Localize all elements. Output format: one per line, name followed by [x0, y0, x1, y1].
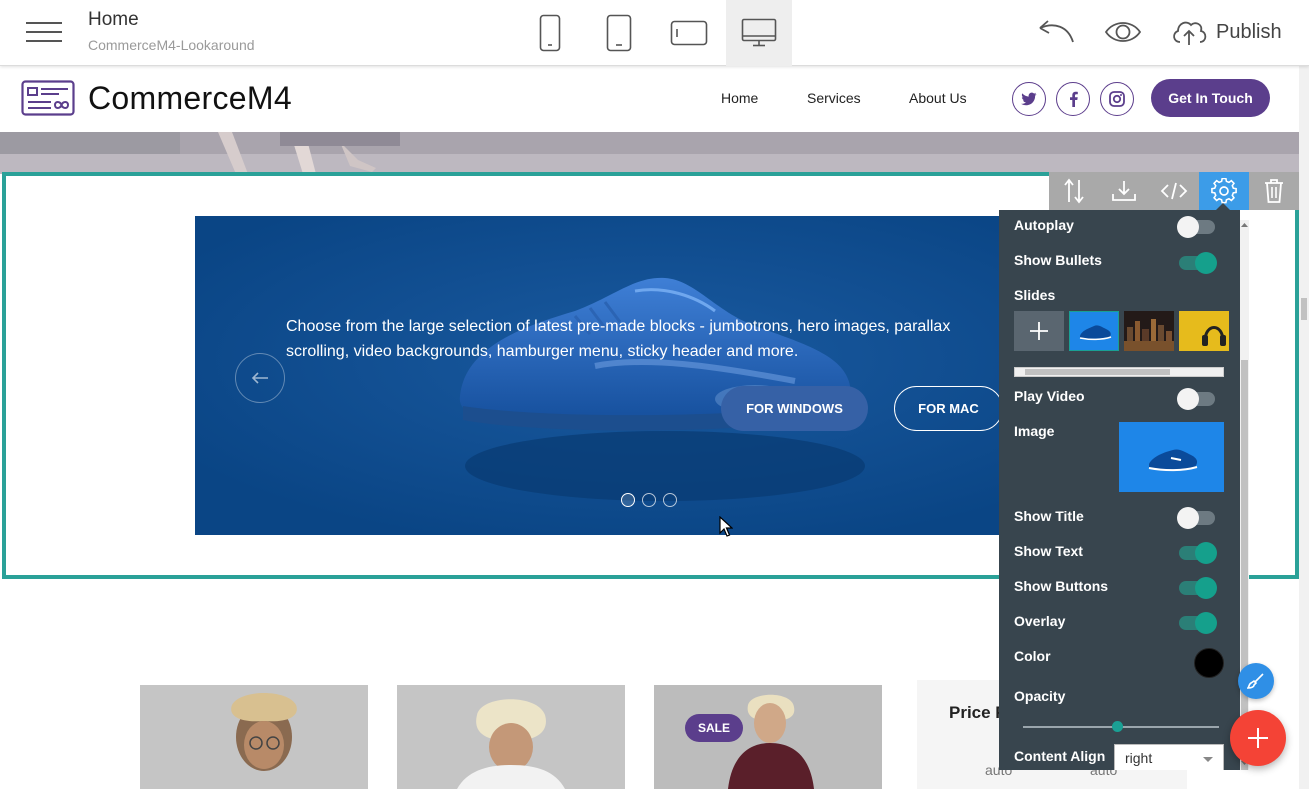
hero-photo-strip [0, 132, 1299, 174]
slide-thumb-headphones[interactable] [1179, 311, 1229, 351]
mouse-cursor-icon [719, 516, 733, 537]
overlay-label: Overlay [1014, 613, 1066, 629]
play-video-toggle[interactable] [1177, 388, 1215, 410]
product-card-1[interactable] [140, 685, 368, 789]
add-block-plus-icon[interactable] [1230, 710, 1286, 766]
autoplay-toggle[interactable] [1177, 216, 1215, 238]
slide-thumb-sneaker[interactable] [1069, 311, 1119, 351]
price-card-title: Price F [949, 703, 1006, 722]
delete-block-trash-icon[interactable] [1249, 172, 1299, 210]
image-picker[interactable] [1119, 422, 1224, 492]
opacity-label: Opacity [1014, 688, 1066, 704]
slider-bullet-1[interactable] [621, 493, 635, 507]
get-in-touch-button[interactable]: Get In Touch [1151, 79, 1270, 117]
publish-label: Publish [1216, 20, 1282, 43]
slider-bullet-3[interactable] [663, 493, 677, 507]
slides-horizontal-scrollbar[interactable] [1014, 367, 1224, 377]
image-label: Image [1014, 423, 1055, 439]
undo-icon[interactable] [1036, 12, 1076, 52]
content-align-value: right [1125, 750, 1153, 766]
save-block-icon[interactable] [1099, 172, 1149, 210]
hero-slider[interactable]: Choose from the large selection of lates… [195, 216, 1104, 535]
paintbrush-icon[interactable] [1238, 663, 1274, 699]
color-label: Color [1014, 648, 1051, 664]
sneaker-image [195, 216, 1104, 535]
hamburger-menu-icon[interactable] [26, 18, 62, 46]
site-navbar: CommerceM4 Home Services About Us Get In… [0, 66, 1299, 132]
play-video-label: Play Video [1014, 388, 1085, 404]
opacity-slider-handle[interactable] [1112, 721, 1123, 732]
opacity-slider[interactable] [1023, 721, 1219, 732]
show-title-toggle[interactable] [1177, 507, 1215, 529]
desktop-view-icon[interactable] [726, 0, 792, 66]
project-name: CommerceM4-Lookaround [88, 37, 255, 53]
autoplay-label: Autoplay [1014, 217, 1074, 233]
editor-toolbar: Home CommerceM4-Lookaround Publish [0, 0, 1309, 66]
block-toolbar [1049, 172, 1299, 210]
content-align-select[interactable]: right [1114, 744, 1224, 770]
instagram-icon[interactable] [1100, 82, 1134, 116]
slides-thumbnails [1014, 311, 1229, 351]
slide-text: Choose from the large selection of lates… [286, 318, 951, 360]
content-align-label: Content Align [1014, 748, 1106, 764]
show-buttons-label: Show Buttons [1014, 578, 1109, 594]
page-scrollbar[interactable] [1299, 66, 1309, 789]
tablet-landscape-view-icon[interactable] [656, 0, 722, 66]
facebook-icon[interactable] [1056, 82, 1090, 116]
slide-thumb-city[interactable] [1124, 311, 1174, 351]
slider-bullets [621, 493, 677, 507]
page-title: Home [88, 9, 139, 30]
publish-button[interactable]: Publish [1170, 12, 1282, 52]
show-text-toggle[interactable] [1179, 542, 1217, 564]
show-bullets-toggle[interactable] [1179, 252, 1217, 274]
nav-link-services[interactable]: Services [807, 90, 861, 106]
code-editor-icon[interactable] [1149, 172, 1199, 210]
show-title-label: Show Title [1014, 508, 1084, 524]
slides-label: Slides [1014, 287, 1056, 303]
for-mac-button[interactable]: FOR MAC [894, 386, 1003, 431]
show-bullets-label: Show Bullets [1014, 252, 1102, 268]
preview-eye-icon[interactable] [1104, 12, 1142, 52]
twitter-icon[interactable] [1012, 82, 1046, 116]
sale-badge: SALE [685, 714, 743, 742]
overlay-color-swatch[interactable] [1194, 648, 1224, 678]
nav-link-home[interactable]: Home [721, 90, 758, 106]
block-settings-panel: Autoplay Show Bullets Slides Play Video … [999, 210, 1240, 770]
product-card-2[interactable] [397, 685, 625, 789]
tablet-view-icon[interactable] [586, 0, 652, 66]
brand-name[interactable]: CommerceM4 [88, 80, 292, 117]
slider-bullet-2[interactable] [642, 493, 656, 507]
overlay-toggle[interactable] [1179, 612, 1217, 634]
add-slide-plus-icon[interactable] [1014, 311, 1064, 351]
show-text-label: Show Text [1014, 543, 1083, 559]
for-windows-button[interactable]: FOR WINDOWS [721, 386, 868, 431]
show-buttons-toggle[interactable] [1179, 577, 1217, 599]
slider-prev-arrow-icon[interactable] [235, 353, 285, 403]
mobile-view-icon[interactable] [517, 0, 583, 66]
brand-logo-icon [21, 80, 75, 121]
panel-caret [1216, 203, 1230, 210]
product-card-3[interactable]: SALE [654, 685, 882, 789]
move-block-icon[interactable] [1049, 172, 1099, 210]
chevron-down-icon [1203, 757, 1213, 762]
nav-link-about-us[interactable]: About Us [909, 90, 967, 106]
